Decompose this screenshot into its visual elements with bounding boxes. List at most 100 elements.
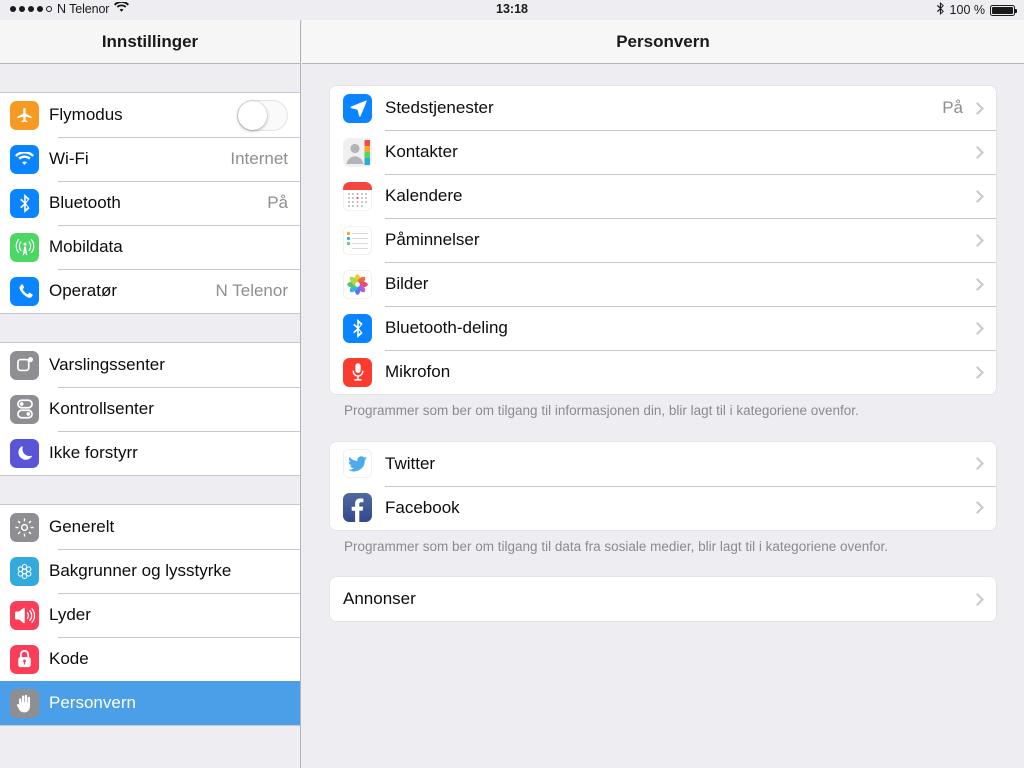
sidebar-item-generelt[interactable]: Generelt <box>0 505 300 549</box>
sidebar-item-lyder[interactable]: Lyder <box>0 593 300 637</box>
phone-icon <box>10 276 39 306</box>
privacy-row-bilder[interactable]: Bilder <box>330 262 996 306</box>
sidebar-group-1: Flymodus Wi-Fi Internet Bluetooth På Mobildat… <box>0 92 300 314</box>
sidebar-group-2: Varslingssenter Kontrollsenter Ikke forsty… <box>0 342 300 476</box>
sidebar-item-label: Generelt <box>49 517 115 536</box>
privacy-row-mikrofon[interactable]: Mikrofon <box>330 350 996 394</box>
notification-center-icon <box>10 350 39 380</box>
speaker-icon <box>10 600 39 630</box>
sidebar-item-varslingssenter[interactable]: Varslingssenter <box>0 343 300 387</box>
privacy-row-twitter[interactable]: Twitter <box>330 442 996 486</box>
sidebar-item-flymodus[interactable]: Flymodus <box>0 93 300 137</box>
sidebar-item-value: På <box>267 193 288 212</box>
privacy-row-p-minnelser[interactable]: Påminnelser <box>330 218 996 262</box>
hand-icon <box>10 688 39 718</box>
sidebar-item-label: Lyder <box>49 605 91 624</box>
page-title: Personvern <box>616 31 710 51</box>
sidebar-item-label: Flymodus <box>49 105 123 124</box>
sidebar-item-personvern[interactable]: Personvern <box>0 681 300 725</box>
privacy-row-value: På <box>942 98 963 117</box>
sidebar-item-kode[interactable]: Kode <box>0 637 300 681</box>
detail-title-bar: Personvern <box>302 20 1024 64</box>
chevron-right-icon <box>971 233 984 247</box>
privacy-row-kontakter[interactable]: Kontakter <box>330 130 996 174</box>
contacts-icon <box>343 137 372 167</box>
chevron-right-icon <box>971 277 984 291</box>
photos-icon <box>343 269 372 299</box>
privacy-row-facebook[interactable]: Facebook <box>330 485 996 530</box>
sidebar-item-label: Bluetooth <box>49 193 121 212</box>
privacy-row-kalendere[interactable]: Kalendere <box>330 174 996 218</box>
settings-sidebar: Innstillinger Flymodus Wi-Fi Internet Bluet… <box>0 20 301 768</box>
sidebar-item-ikke-forstyrr[interactable]: Ikke forstyrr <box>0 431 300 475</box>
settings-card: Annonser <box>330 577 996 622</box>
privacy-row-label: Twitter <box>385 453 436 473</box>
section-footer-text: Programmer som ber om tilgang til inform… <box>344 403 859 418</box>
sidebar-item-label: Varslingssenter <box>49 355 165 374</box>
toggle-knob <box>238 100 267 130</box>
privacy-row-label: Bluetooth-deling <box>385 318 508 337</box>
privacy-row-annonser[interactable]: Annonser <box>330 577 996 621</box>
sidebar-item-label: Mobildata <box>49 237 123 256</box>
sidebar-title: Innstillinger <box>101 31 199 51</box>
sidebar-item-kontrollsenter[interactable]: Kontrollsenter <box>0 387 300 431</box>
status-bar-right: 100 % <box>936 2 1017 18</box>
settings-card: Stedstjenester På Kontakter Kalendere Påminn… <box>330 86 996 394</box>
sidebar-item-label: Bakgrunner og lysstyrke <box>49 561 232 580</box>
bluetooth-icon <box>10 188 39 218</box>
reminders-icon <box>343 225 372 255</box>
chevron-right-icon <box>971 501 984 514</box>
status-bar-time: 13:18 <box>496 2 528 16</box>
privacy-row-stedstjenester[interactable]: Stedstjenester På <box>330 86 996 130</box>
privacy-row-label: Kalendere <box>385 186 463 205</box>
sidebar-item-bluetooth[interactable]: Bluetooth På <box>0 181 300 225</box>
airplane-mode-toggle[interactable] <box>237 99 288 131</box>
chevron-right-icon <box>971 592 984 606</box>
privacy-section-1: Stedstjenester På Kontakter Kalendere Påminn… <box>302 86 1024 394</box>
settings-card: Twitter Facebook <box>330 441 996 530</box>
chevron-right-icon <box>971 189 984 203</box>
privacy-section-2: Twitter Facebook <box>302 441 1024 530</box>
privacy-row-label: Annonser <box>343 589 416 609</box>
control-center-icon <box>10 394 39 424</box>
lock-icon <box>10 644 39 674</box>
sidebar-item-mobildata[interactable]: Mobildata <box>0 225 300 269</box>
detail-scroll-area[interactable]: Stedstjenester På Kontakter Kalendere Påminn… <box>302 64 1024 767</box>
privacy-row-label: Mikrofon <box>385 362 451 381</box>
sidebar-item-label: Wi-Fi <box>49 149 89 168</box>
detail-top-gap <box>302 64 1024 86</box>
chevron-right-icon <box>971 365 984 379</box>
sidebar-item-operat-r[interactable]: Operatør N Telenor <box>0 269 300 313</box>
chevron-right-icon <box>971 101 984 115</box>
sidebar-item-value: Internet <box>230 149 288 168</box>
sidebar-item-bakgrunner-og-lysstyrke[interactable]: Bakgrunner og lysstyrke <box>0 549 300 593</box>
privacy-row-label: Påminnelser <box>385 230 480 249</box>
sidebar-title-bar: Innstillinger <box>0 20 300 64</box>
status-bar: N Telenor 13:18 100 % <box>0 0 1024 20</box>
chevron-right-icon <box>971 321 984 335</box>
sidebar-item-label: Kontrollsenter <box>49 399 154 418</box>
privacy-row-label: Kontakter <box>385 142 458 161</box>
sidebar-group-3: Generelt Bakgrunner og lysstyrke Lyder Kode… <box>0 504 300 726</box>
privacy-row-bluetooth-deling[interactable]: Bluetooth-deling <box>330 306 996 350</box>
privacy-row-label: Stedstjenester <box>385 98 494 117</box>
battery-percentage: 100 % <box>949 3 985 17</box>
moon-icon <box>10 438 39 468</box>
sidebar-item-wi-fi[interactable]: Wi-Fi Internet <box>0 137 300 181</box>
cellular-icon <box>10 232 39 262</box>
wifi-icon <box>10 144 39 174</box>
airplane-icon <box>10 100 39 130</box>
chevron-right-icon <box>971 145 984 159</box>
privacy-row-label: Bilder <box>385 274 429 293</box>
calendar-icon <box>343 181 372 211</box>
sidebar-top-gap <box>0 64 300 92</box>
privacy-row-label: Facebook <box>385 497 460 517</box>
sidebar-scroll-area[interactable]: Flymodus Wi-Fi Internet Bluetooth På Mobildat… <box>0 64 300 767</box>
battery-icon <box>990 4 1017 16</box>
sidebar-item-value: N Telenor <box>215 281 288 300</box>
